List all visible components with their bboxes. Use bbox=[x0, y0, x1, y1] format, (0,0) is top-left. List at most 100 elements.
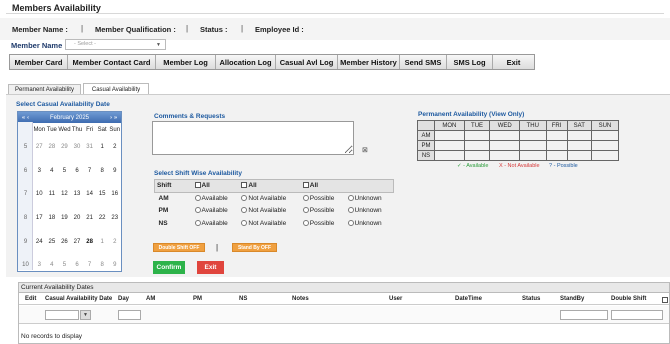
shift-option-radio[interactable]: Available bbox=[193, 192, 240, 205]
permanent-availability-label: Permanent Availability (View Only) bbox=[418, 111, 525, 118]
calendar-day[interactable]: 2 bbox=[108, 239, 121, 245]
calendar-day[interactable]: 16 bbox=[108, 191, 121, 197]
shift-option-radio[interactable]: Available bbox=[193, 205, 240, 218]
all-available-checkbox[interactable]: All bbox=[193, 180, 240, 193]
date-filter-input[interactable] bbox=[45, 310, 79, 320]
column-header-ns[interactable]: NS bbox=[239, 296, 247, 302]
calendar-day[interactable]: 27 bbox=[33, 144, 46, 150]
column-header-double-shift[interactable]: Double Shift bbox=[611, 296, 646, 302]
calendar-day[interactable]: 28 bbox=[46, 144, 59, 150]
column-header-standby[interactable]: StandBy bbox=[560, 296, 584, 302]
member-card-button[interactable]: Member Card bbox=[10, 55, 68, 69]
shift-option-radio[interactable]: Available bbox=[193, 217, 240, 230]
calendar-day[interactable]: 26 bbox=[58, 239, 71, 245]
standby-filter-input[interactable] bbox=[560, 310, 608, 320]
calendar-day[interactable]: 21 bbox=[83, 215, 96, 221]
calendar-day[interactable]: 9 bbox=[108, 168, 121, 174]
next-month-icon[interactable]: › bbox=[110, 115, 112, 121]
casual-avl-log-button[interactable]: Casual Avl Log bbox=[276, 55, 338, 69]
calendar-day[interactable]: 29 bbox=[58, 144, 71, 150]
member-log-button[interactable]: Member Log bbox=[156, 55, 216, 69]
column-header-day[interactable]: Day bbox=[118, 296, 129, 302]
calendar-day[interactable]: 18 bbox=[46, 215, 59, 221]
column-header-date[interactable]: Casual Availability Date bbox=[45, 296, 112, 302]
calendar-day[interactable]: 2 bbox=[108, 144, 121, 150]
calendar-day[interactable]: 9 bbox=[108, 262, 121, 268]
permanent-availability-cell bbox=[434, 140, 465, 151]
calendar-day[interactable]: 25 bbox=[46, 239, 59, 245]
calendar-day[interactable]: 23 bbox=[108, 215, 121, 221]
calendar-day[interactable]: 22 bbox=[96, 215, 109, 221]
prev-year-icon[interactable]: « bbox=[22, 115, 25, 121]
column-header-status[interactable]: Status bbox=[522, 296, 540, 302]
shift-option-radio[interactable]: Possible bbox=[301, 205, 346, 218]
exit-button[interactable]: Exit bbox=[197, 261, 224, 274]
calendar-day[interactable]: 24 bbox=[33, 239, 46, 245]
allocation-log-button[interactable]: Allocation Log bbox=[216, 55, 276, 69]
calendar-day[interactable]: 5 bbox=[58, 168, 71, 174]
sms-log-button[interactable]: SMS Log bbox=[447, 55, 493, 69]
calendar-day[interactable]: 27 bbox=[71, 239, 84, 245]
calendar-day[interactable]: 11 bbox=[46, 191, 59, 197]
shift-option-radio[interactable]: Not Available bbox=[239, 205, 300, 218]
confirm-button[interactable]: Confirm bbox=[153, 261, 185, 274]
all-possible-checkbox[interactable]: All bbox=[301, 180, 346, 193]
member-name-select[interactable]: - Select - ▼ bbox=[65, 39, 166, 50]
calendar-day[interactable]: 10 bbox=[33, 191, 46, 197]
column-header-edit[interactable]: Edit bbox=[25, 296, 36, 302]
calendar-day[interactable]: 3 bbox=[33, 262, 46, 268]
double-shift-filter-input[interactable] bbox=[611, 310, 663, 320]
calendar-day[interactable]: 7 bbox=[83, 262, 96, 268]
exit-toolbar-button[interactable]: Exit bbox=[493, 55, 534, 69]
calendar-day[interactable]: 14 bbox=[83, 191, 96, 197]
column-header-user[interactable]: User bbox=[389, 296, 402, 302]
send-sms-button[interactable]: Send SMS bbox=[400, 55, 447, 69]
next-year-icon[interactable]: » bbox=[114, 115, 117, 121]
calendar-day[interactable]: 19 bbox=[58, 215, 71, 221]
calendar-day[interactable]: 6 bbox=[71, 262, 84, 268]
shift-option-radio[interactable]: Not Available bbox=[239, 217, 300, 230]
calendar-day[interactable]: 12 bbox=[58, 191, 71, 197]
shift-option-radio[interactable]: Not Available bbox=[239, 192, 300, 205]
shift-option-radio[interactable]: Unknown bbox=[346, 192, 394, 205]
double-shift-toggle[interactable]: Double Shift OFF bbox=[153, 243, 205, 252]
calendar-day[interactable]: 8 bbox=[96, 262, 109, 268]
grid-filter-row: ▼ bbox=[19, 306, 669, 324]
clear-icon[interactable]: ⊠ bbox=[362, 146, 368, 154]
calendar-day[interactable]: 5 bbox=[58, 262, 71, 268]
column-header-am[interactable]: AM bbox=[146, 296, 155, 302]
calendar-day[interactable]: 4 bbox=[46, 168, 59, 174]
day-filter-input[interactable] bbox=[118, 310, 141, 320]
column-header-pm[interactable]: PM bbox=[193, 296, 202, 302]
calendar-day[interactable]: 4 bbox=[46, 262, 59, 268]
calendar-day[interactable]: 1 bbox=[96, 144, 109, 150]
shift-name: NS bbox=[158, 219, 168, 227]
calendar-day[interactable]: 6 bbox=[71, 168, 84, 174]
shift-option-radio[interactable]: Unknown bbox=[346, 205, 394, 218]
calendar-day[interactable]: 7 bbox=[83, 168, 96, 174]
calendar-day[interactable]: 1 bbox=[96, 239, 109, 245]
all-not-available-checkbox[interactable]: All bbox=[239, 180, 300, 193]
calendar-day[interactable]: 20 bbox=[71, 215, 84, 221]
column-header-datetime[interactable]: DateTime bbox=[455, 296, 482, 302]
calendar-day[interactable]: 3 bbox=[33, 168, 46, 174]
column-header-notes[interactable]: Notes bbox=[292, 296, 309, 302]
comments-textarea[interactable] bbox=[152, 121, 354, 155]
calendar-day[interactable]: 15 bbox=[96, 191, 109, 197]
shift-option-radio[interactable]: Possible bbox=[301, 217, 346, 230]
calendar-day[interactable]: 17 bbox=[33, 215, 46, 221]
stand-by-toggle[interactable]: Stand By OFF bbox=[232, 243, 277, 252]
radio-label: Unknown bbox=[354, 219, 382, 227]
prev-month-icon[interactable]: ‹ bbox=[27, 115, 29, 121]
member-contact-card-button[interactable]: Member Contact Card bbox=[68, 55, 156, 69]
calendar-day[interactable]: 13 bbox=[71, 191, 84, 197]
shift-option-radio[interactable]: Possible bbox=[301, 192, 346, 205]
calendar-day[interactable]: 30 bbox=[71, 144, 84, 150]
member-history-button[interactable]: Member History bbox=[338, 55, 400, 69]
calendar-day[interactable]: 8 bbox=[96, 168, 109, 174]
calendar-day[interactable]: 31 bbox=[83, 144, 96, 150]
filter-icon[interactable]: ▼ bbox=[80, 310, 91, 320]
calendar-day[interactable]: 28 bbox=[83, 239, 96, 245]
shift-option-radio[interactable]: Unknown bbox=[346, 217, 394, 230]
calendar-month-label[interactable]: February 2025 bbox=[30, 115, 109, 121]
